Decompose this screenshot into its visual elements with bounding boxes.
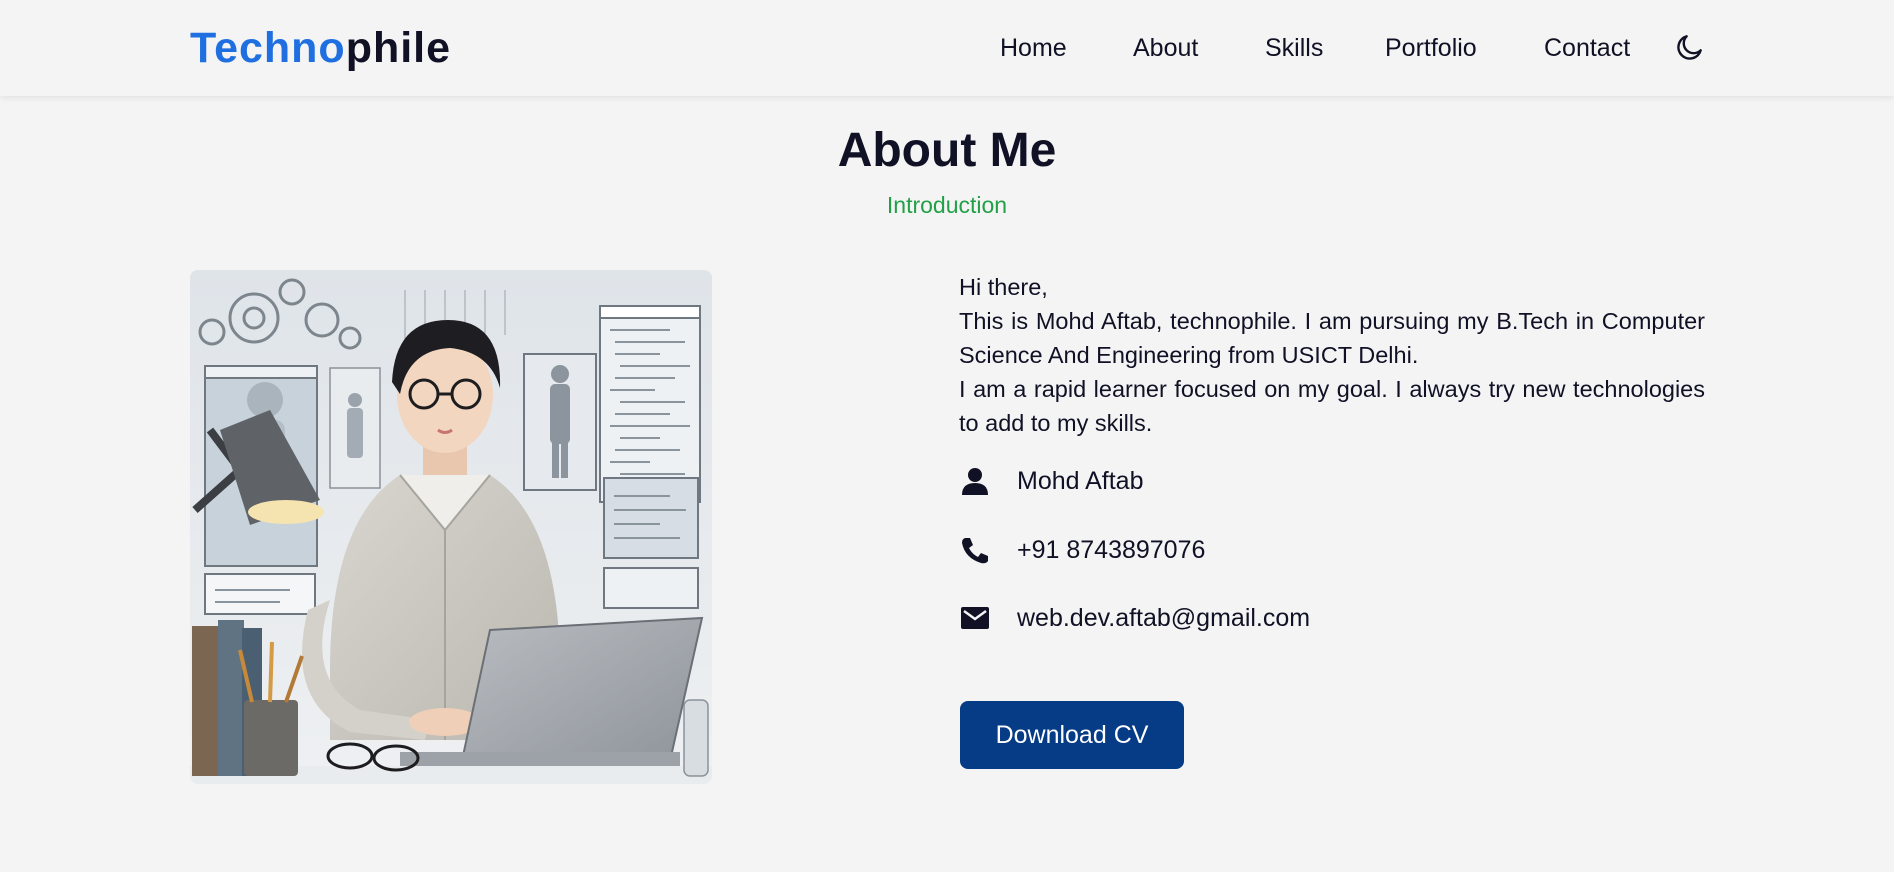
nav-home[interactable]: Home	[1000, 30, 1067, 66]
site-logo[interactable]: Technophile	[190, 22, 451, 74]
info-phone[interactable]: +91 8743897076	[1017, 530, 1205, 570]
info-email-row: web.dev.aftab@gmail.com	[959, 598, 1559, 638]
nav-portfolio[interactable]: Portfolio	[1385, 30, 1477, 66]
profile-illustration	[190, 270, 712, 784]
logo-part-phile: phile	[345, 24, 452, 72]
intro-greeting: Hi there,	[959, 274, 1048, 300]
nav-skills[interactable]: Skills	[1265, 30, 1323, 66]
email-icon	[961, 607, 989, 629]
phone-icon	[962, 538, 988, 564]
intro-paragraph-1: This is Mohd Aftab, technophile. I am pu…	[959, 308, 1705, 368]
info-email[interactable]: web.dev.aftab@gmail.com	[1017, 598, 1310, 638]
logo-part-techno: Techno	[190, 24, 346, 72]
page-subtitle: Introduction	[886, 192, 1008, 218]
moon-icon[interactable]	[1674, 31, 1706, 63]
intro-paragraph-2: I am a rapid learner focused on my goal.…	[959, 376, 1705, 436]
page-title: About Me	[837, 124, 1057, 177]
download-cv-button[interactable]: Download CV	[960, 701, 1184, 769]
info-name: Mohd Aftab	[1017, 467, 1144, 495]
site-header: Technophile Home About Skills Portfolio …	[0, 0, 1894, 96]
nav-contact[interactable]: Contact	[1544, 30, 1630, 66]
info-phone-row: +91 8743897076	[959, 530, 1559, 570]
info-name-row: Mohd Aftab	[959, 461, 1559, 501]
intro-text: Hi there, This is Mohd Aftab, technophil…	[959, 270, 1705, 440]
user-icon	[962, 468, 988, 495]
nav-about[interactable]: About	[1133, 30, 1198, 66]
